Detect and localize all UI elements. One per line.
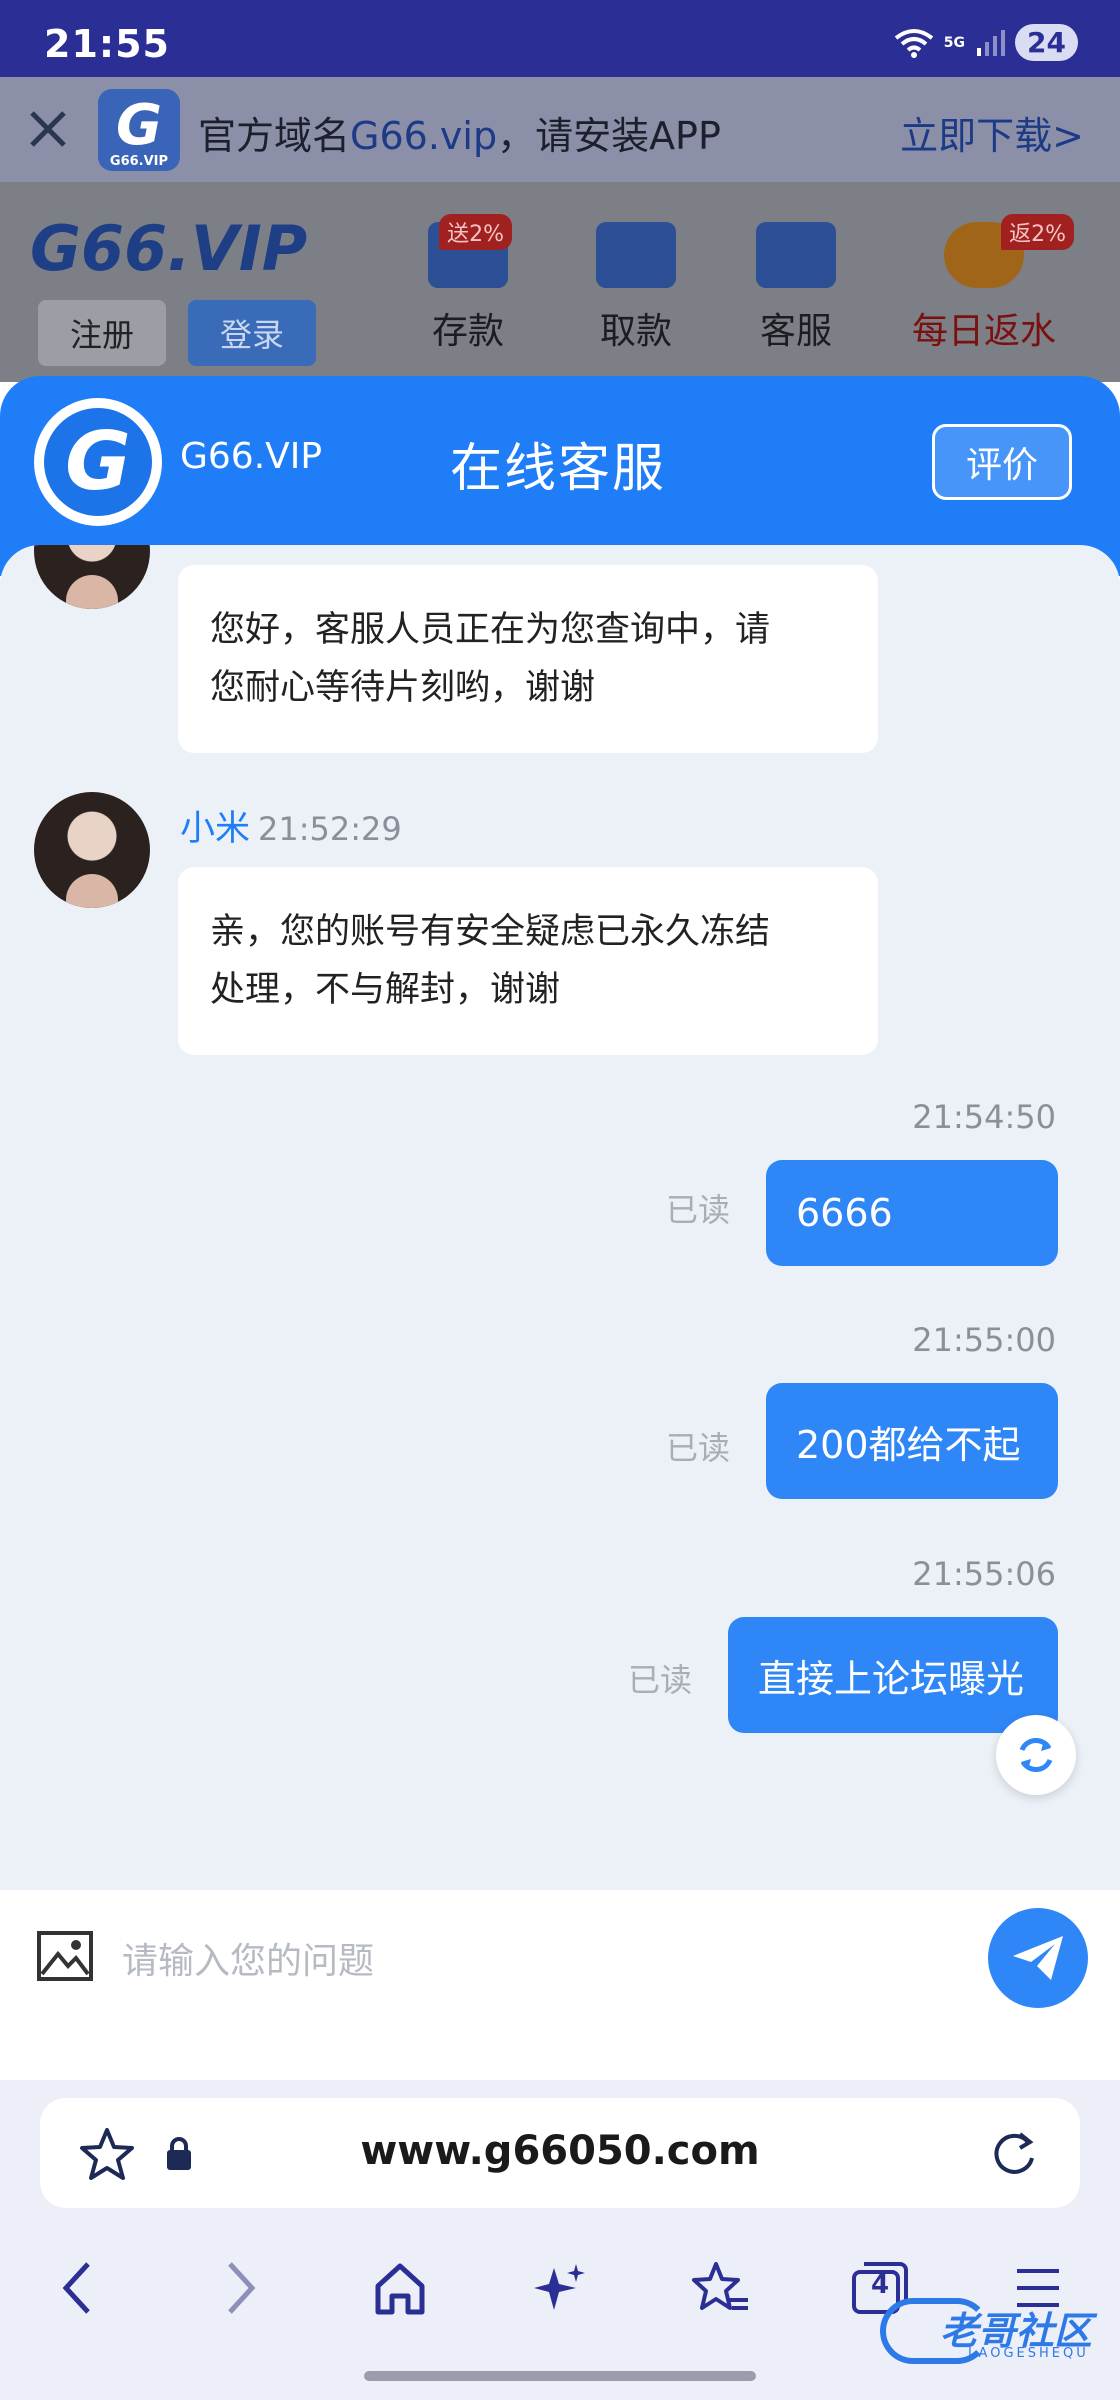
close-icon[interactable] [22, 103, 74, 155]
watermark-logo: 老哥社区 LAOGESHEQU [880, 2292, 1100, 2372]
refresh-icon [1019, 1737, 1053, 1773]
home-button[interactable] [360, 2248, 440, 2328]
image-icon[interactable] [36, 1930, 94, 1982]
service-logo-letter: G [44, 408, 152, 516]
home-icon [375, 2263, 425, 2315]
support-label: 客服 [759, 311, 832, 352]
wifi-icon [894, 28, 934, 58]
incoming-message: 亲，您的账号有安全疑虑已永久冻结 处理，不与解封，谢谢 [178, 867, 878, 1055]
banner-message-suffix: ，请安装APP [497, 114, 721, 158]
banner-message: 官方域名G66.vip，请安装APP [198, 105, 721, 160]
brand-logo: G66.VIP [30, 212, 308, 285]
watermark-subtext: LAOGESHEQU [968, 2346, 1089, 2361]
sparkle-icon [534, 2264, 585, 2310]
forward-button[interactable] [200, 2248, 280, 2328]
app-logo-caption: G66.VIP [109, 154, 169, 169]
install-banner: G G66.VIP 官方域名G66.vip，请安装APP 立即下载> [0, 77, 1120, 182]
withdraw-action[interactable]: 取款 [576, 222, 696, 354]
message-line: 亲，您的账号有安全疑虑已永久冻结 [210, 912, 771, 952]
banner-message-prefix: 官方域名 [198, 114, 351, 158]
coin-icon: 返2% [944, 214, 1074, 288]
app-logo: G G66.VIP [98, 89, 180, 171]
agent-avatar [34, 792, 150, 908]
deposit-label: 存款 [431, 311, 504, 352]
download-link[interactable]: 立即下载> [900, 105, 1084, 160]
login-button[interactable]: 登录 [188, 300, 316, 366]
status-time: 21:55 [44, 22, 170, 66]
withdraw-icon [596, 222, 676, 288]
ai-button[interactable] [520, 2248, 600, 2328]
status-bar: 21:55 5G 24 [0, 0, 1120, 77]
service-logo: G [34, 398, 162, 526]
send-icon [1013, 1936, 1063, 1980]
address-bar[interactable]: www.g66050.com [40, 2098, 1080, 2208]
outgoing-message: 200都给不起 [766, 1383, 1058, 1499]
message-time: 21:55:00 [912, 1321, 1056, 1359]
chat-title: 在线客服 [450, 439, 667, 499]
read-receipt: 已读 [666, 1429, 731, 1467]
rebate-bonus-tag: 返2% [1001, 214, 1074, 250]
status-icons: 5G 24 [894, 24, 1078, 61]
message-time: 21:55:06 [912, 1555, 1056, 1593]
reload-icon[interactable] [988, 2128, 1040, 2180]
background-page: G66.VIP 注册 登录 送2% 存款 取款 客服 返2% 每日返水 [0, 182, 1120, 382]
home-indicator[interactable] [364, 2371, 756, 2381]
chat-messages[interactable]: 您好，客服人员正在为您查询中，请 您耐心等待片刻哟，谢谢 小米 21:52:29 … [0, 545, 1120, 1890]
support-action[interactable]: 客服 [736, 222, 856, 354]
deposit-action[interactable]: 送2% 存款 [408, 214, 528, 354]
register-button[interactable]: 注册 [38, 300, 166, 366]
back-icon [62, 2262, 90, 2314]
message-sender: 小米 21:52:29 [180, 800, 402, 851]
message-line: 您好，客服人员正在为您查询中，请 [210, 610, 771, 650]
message-line: 您耐心等待片刻哟，谢谢 [210, 668, 596, 708]
back-button[interactable] [38, 2248, 118, 2328]
url-text: www.g66050.com [360, 2128, 760, 2174]
battery-level: 24 [1015, 24, 1078, 61]
read-receipt: 已读 [666, 1191, 731, 1229]
outgoing-message: 6666 [766, 1160, 1058, 1266]
message-time: 21:54:50 [912, 1098, 1056, 1136]
message-input[interactable]: 请输入您的问题 [122, 1932, 374, 1984]
send-button[interactable] [988, 1908, 1088, 2008]
deposit-bonus-tag: 送2% [439, 214, 512, 250]
sender-name: 小米 [180, 809, 251, 849]
support-icon [756, 222, 836, 288]
rebate-action[interactable]: 返2% 每日返水 [900, 214, 1074, 354]
signal-icon [977, 29, 1006, 56]
rebate-label: 每日返水 [911, 311, 1056, 352]
banner-message-domain: G66.vip [350, 114, 498, 158]
incoming-message: 您好，客服人员正在为您查询中，请 您耐心等待片刻哟，谢谢 [178, 565, 878, 753]
bookmarks-icon [692, 2262, 748, 2310]
network-type: 5G [943, 34, 966, 51]
forward-icon [228, 2262, 256, 2314]
app-logo-letter: G [116, 93, 162, 158]
service-site-name: G66.VIP [180, 436, 323, 477]
withdraw-label: 取款 [599, 311, 672, 352]
outgoing-message: 直接上论坛曝光 [728, 1617, 1058, 1733]
read-receipt: 已读 [628, 1661, 693, 1699]
agent-avatar [34, 545, 150, 609]
bookmarks-button[interactable] [680, 2248, 760, 2328]
rate-button[interactable]: 评价 [932, 424, 1072, 500]
message-line: 处理，不与解封，谢谢 [210, 970, 561, 1010]
refresh-button[interactable] [996, 1715, 1076, 1795]
deposit-icon: 送2% [428, 214, 512, 288]
chat-input-bar: 请输入您的问题 [0, 1890, 1120, 2080]
message-time: 21:52:29 [258, 810, 402, 848]
